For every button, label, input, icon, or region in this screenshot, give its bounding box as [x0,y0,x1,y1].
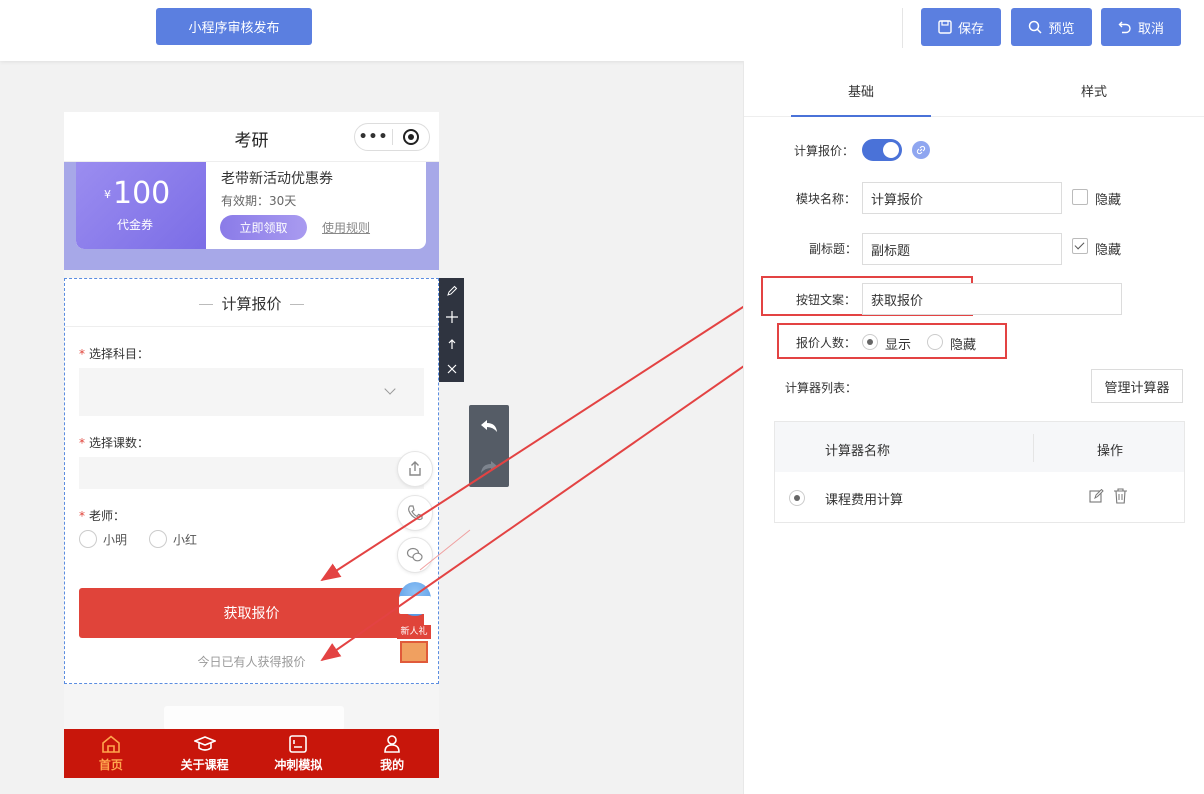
tab-basic[interactable]: 基础 [848,81,874,100]
hide-label: 隐藏 [1095,243,1122,258]
calc-price-toggle[interactable] [862,139,902,161]
hide-radio[interactable] [927,334,943,350]
edit-icon[interactable] [1089,489,1104,504]
column-header-name: 计算器名称 [825,444,891,459]
tab-style[interactable]: 样式 [1081,81,1107,100]
subtitle-value: 副标题 [871,243,911,259]
calc-price-label: 计算报价： [794,144,855,158]
button-text-value: 获取报价 [871,293,924,309]
button-text-input[interactable]: 获取报价 [862,283,1122,315]
column-divider [1033,434,1034,462]
hide-radio-label: 隐藏 [950,338,977,353]
column-header-actions: 操作 [1097,444,1124,459]
show-label: 显示 [885,338,912,353]
calc-list-label: 计算器列表： [785,381,858,395]
calculator-table: 计算器名称 操作 课程费用计算 [774,421,1185,523]
quote-count-label: 报价人数： [796,336,857,350]
module-name-label: 模块名称： [796,192,857,206]
button-text-label: 按钮文案： [796,293,857,307]
table-row: 课程费用计算 [825,493,904,508]
module-name-hide-checkbox[interactable] [1072,189,1088,205]
module-name-input[interactable]: 计算报价 [862,182,1062,214]
trash-icon[interactable] [1113,488,1128,504]
settings-panel: 基础 样式 计算报价： 模块名称： 计算报价 隐藏 副标题： 副标题 隐藏 按钮… [743,61,1204,794]
subtitle-label: 副标题： [809,242,858,256]
subtitle-hide-checkbox[interactable] [1072,238,1088,254]
row-select-radio[interactable] [789,490,805,506]
show-radio[interactable] [862,334,878,350]
manage-calculators-button[interactable]: 管理计算器 [1091,369,1183,403]
table-header: 计算器名称 操作 [775,422,1184,472]
settings-tabs: 基础 样式 [744,61,1204,117]
link-icon[interactable] [912,141,930,159]
active-tab-indicator [791,115,931,117]
subtitle-input[interactable]: 副标题 [862,233,1062,265]
hide-label: 隐藏 [1095,193,1122,208]
module-name-value: 计算报价 [871,192,924,208]
